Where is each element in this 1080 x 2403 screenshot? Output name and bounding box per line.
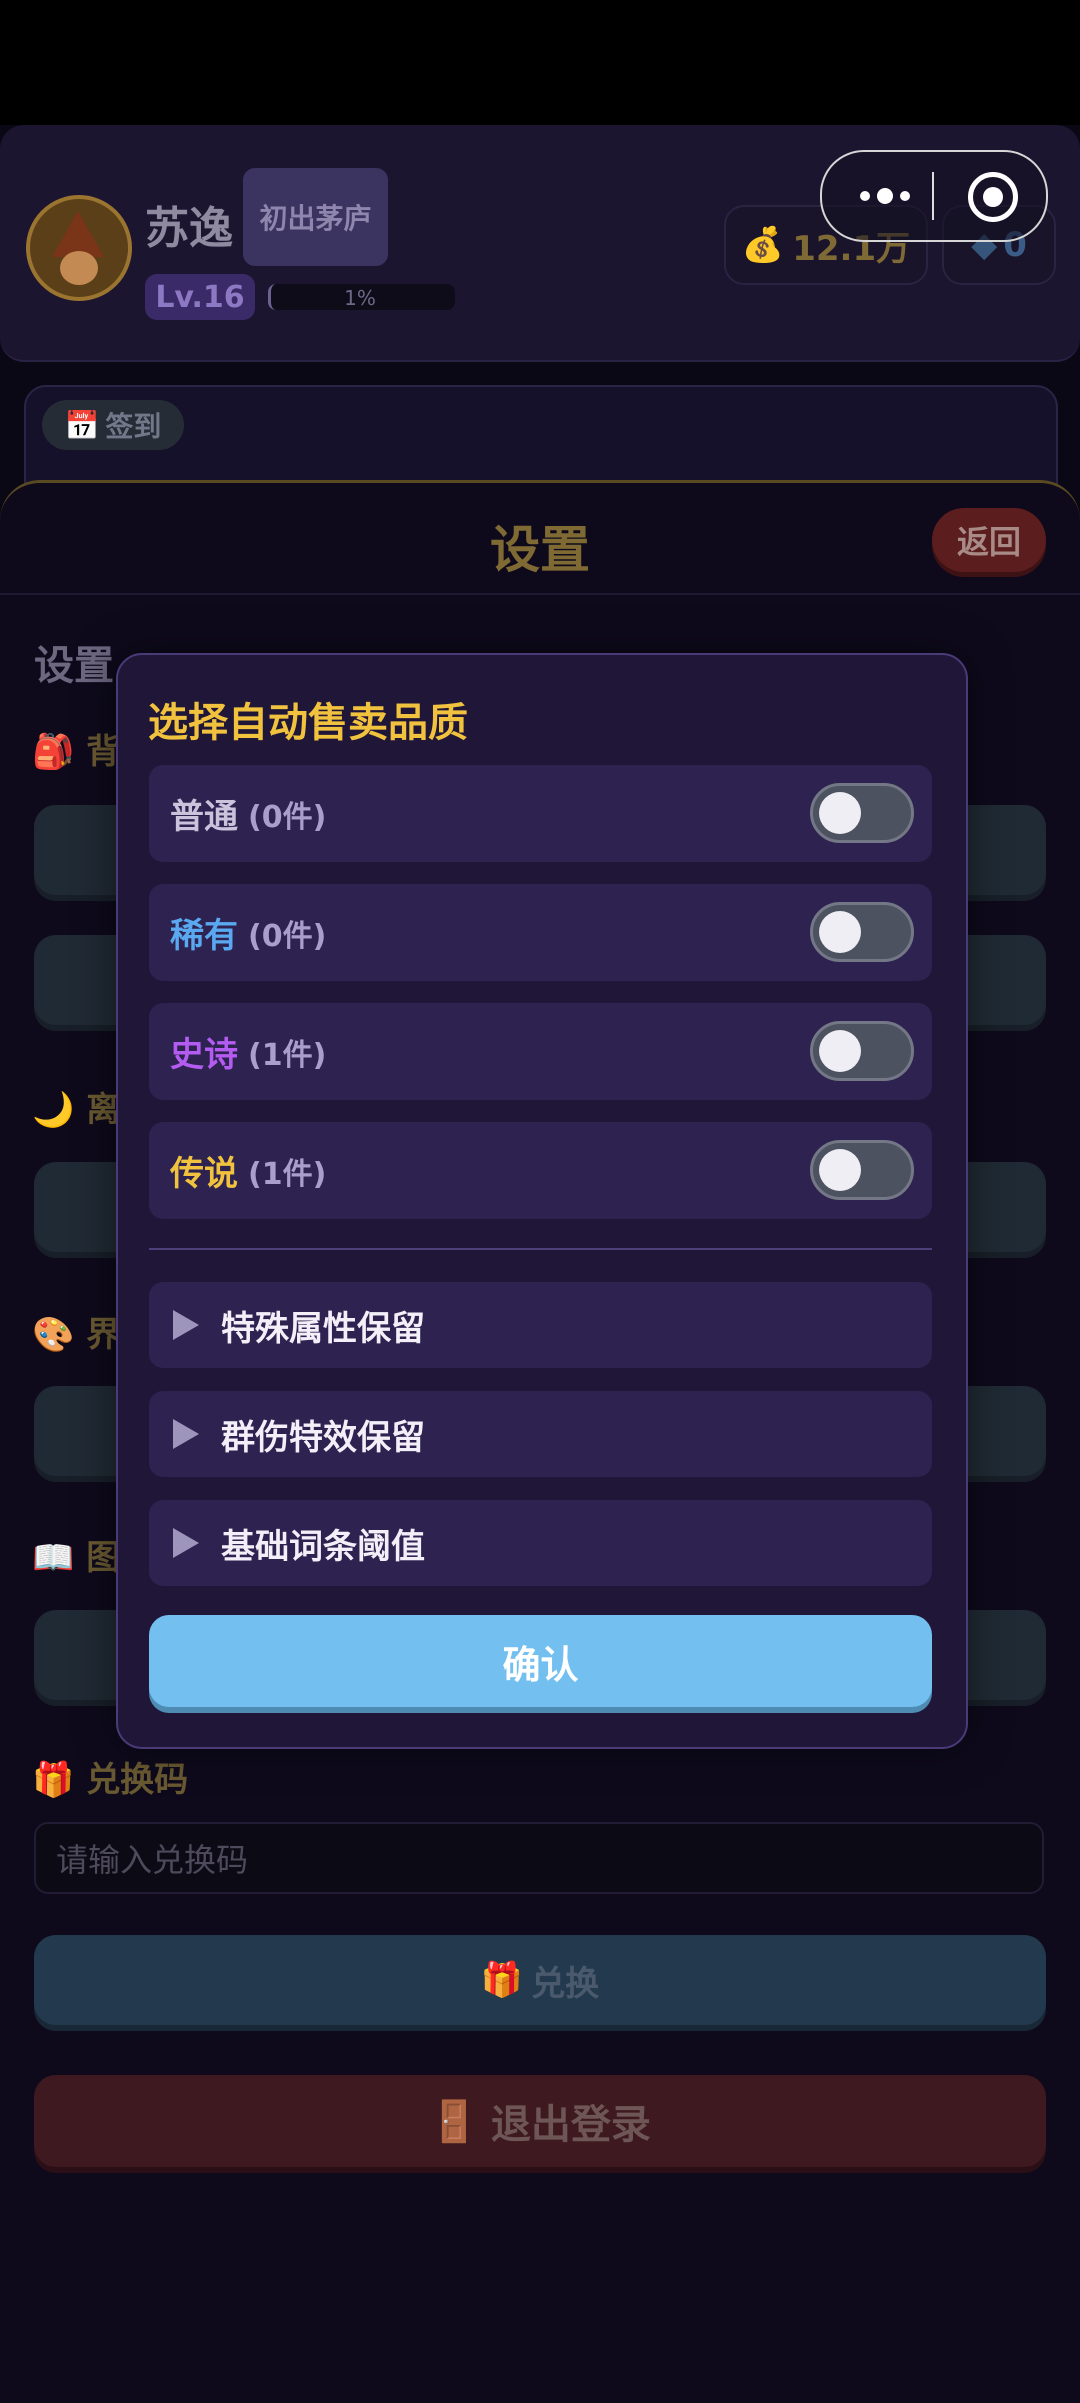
checkin-button[interactable]: 📅 签到 [42,400,184,450]
calendar-icon: 📅 [64,408,100,442]
quality-toggle-legendary[interactable] [810,1140,914,1200]
gift-icon: 🎁 [480,1960,524,2000]
section-codex: 📖 图 [32,1530,120,1579]
quality-label: 传说 (1件) [170,1122,326,1219]
miniprogram-capsule [820,150,1048,242]
confirm-button[interactable]: 确认 [149,1615,932,1707]
capsule-divider [932,172,934,220]
moon-icon: 🌙 [32,1090,75,1130]
redeem-button[interactable]: 🎁 兑换 [34,1935,1046,2025]
expander-label: 群伤特效保留 [221,1417,425,1458]
quality-row-epic[interactable]: 史诗 (1件) [149,1003,932,1100]
xp-percent: 1% [344,286,376,310]
quality-name: 普通 [170,797,238,837]
quality-count: (0件) [248,799,327,835]
quality-name: 稀有 [170,916,238,956]
toggle-knob [819,1030,861,1072]
quality-count: (0件) [248,918,327,954]
quality-toggle-rare[interactable] [810,902,914,962]
gift-icon: 🎁 [32,1760,75,1800]
quality-label: 稀有 (0件) [170,884,326,981]
toggle-knob [819,792,861,834]
avatar-face [60,251,98,285]
close-miniprogram-icon[interactable] [968,172,1018,222]
quality-count: (1件) [248,1156,327,1192]
expander-label: 基础词条阈值 [221,1526,425,1567]
redeem-button-label: 兑换 [531,1963,600,2004]
quality-row-legendary[interactable]: 传说 (1件) [149,1122,932,1219]
more-options-icon[interactable] [850,176,920,216]
settings-title: 设置 [490,521,590,579]
expander-label: 特殊属性保留 [221,1308,425,1349]
palette-icon: 🎨 [32,1315,75,1355]
back-button[interactable]: 返回 [932,508,1046,572]
quality-toggle-epic[interactable] [810,1021,914,1081]
title-badge: 初出茅庐 [243,168,388,266]
toggle-knob [819,911,861,953]
expander-aoe-effects[interactable]: 群伤特效保留 [149,1391,932,1477]
status-bar [0,0,1080,125]
expander-special-attributes[interactable]: 特殊属性保留 [149,1282,932,1368]
level-badge: Lv.16 [145,274,255,320]
toggle-knob [819,1149,861,1191]
sheet-divider [0,593,1080,595]
expander-base-threshold[interactable]: 基础词条阈值 [149,1500,932,1586]
quality-name: 传说 [170,1154,238,1194]
section-interface: 🎨 界 [32,1307,120,1356]
expand-triangle-icon [173,1528,199,1558]
quality-name: 史诗 [170,1035,238,1075]
logout-button-label: 退出登录 [490,2102,651,2148]
modal-title: 选择自动售卖品质 [148,700,468,746]
quality-row-rare[interactable]: 稀有 (0件) [149,884,932,981]
redeem-code-input[interactable]: 请输入兑换码 [34,1822,1044,1894]
backpack-icon: 🎒 [32,732,75,772]
expand-triangle-icon [173,1310,199,1340]
quality-label: 史诗 (1件) [170,1003,326,1100]
section-redeem: 🎁 兑换码 [32,1752,188,1801]
logout-button[interactable]: 🚪 退出登录 [34,2075,1046,2167]
quality-row-common[interactable]: 普通 (0件) [149,765,932,862]
money-bag-icon: 💰 [741,225,785,265]
door-icon: 🚪 [429,2098,479,2145]
section-offline: 🌙 离 [32,1082,120,1131]
expand-triangle-icon [173,1419,199,1449]
quality-toggle-common[interactable] [810,783,914,843]
checkin-label: 签到 [105,410,162,443]
settings-section-heading: 设置 [34,643,114,689]
book-icon: 📖 [32,1538,75,1578]
quality-count: (1件) [248,1037,327,1073]
quality-label: 普通 (0件) [170,765,326,862]
modal-divider [149,1248,932,1250]
username: 苏逸 [145,203,233,254]
avatar[interactable] [26,195,132,301]
section-redeem-label: 兑换码 [86,1760,189,1800]
